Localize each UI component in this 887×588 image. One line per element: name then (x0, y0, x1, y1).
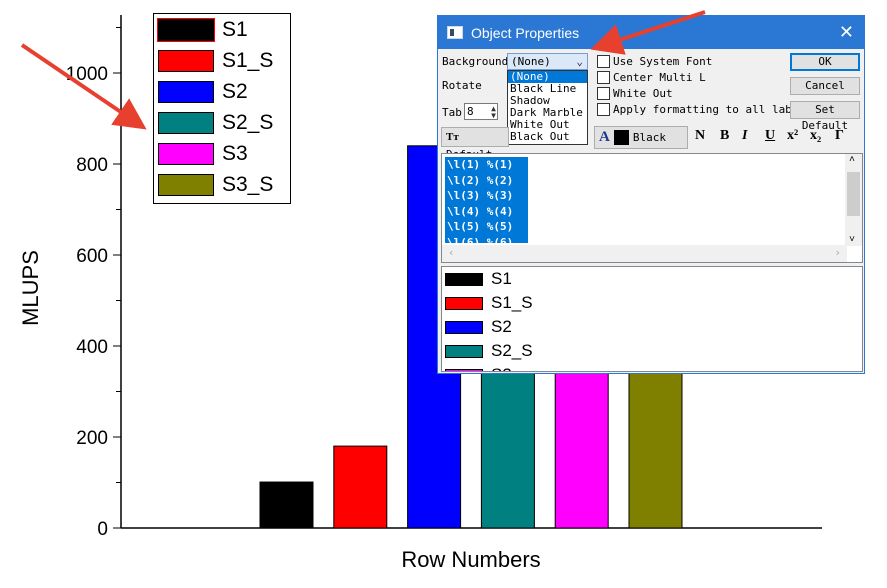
arrow-to-background (590, 10, 706, 55)
arrow-to-legend (20, 43, 147, 130)
annotation-arrows (20, 10, 706, 130)
